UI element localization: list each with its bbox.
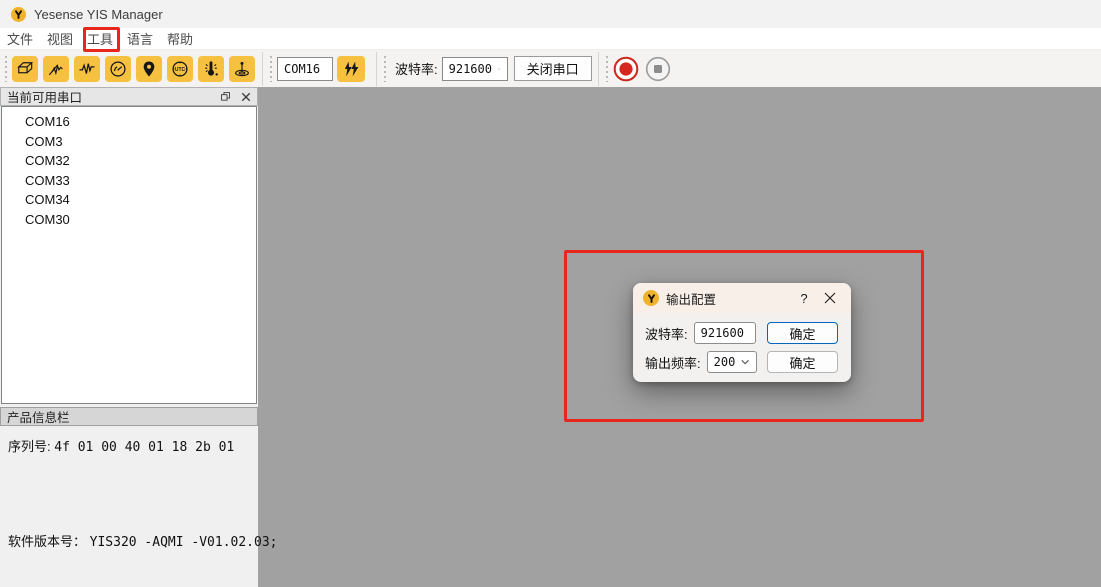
pulse-waveform-icon [77, 59, 97, 79]
window-title: Yesense YIS Manager [34, 7, 163, 22]
dialog-output-rate-combo[interactable]: 200 [707, 351, 757, 373]
location-pin-icon [139, 59, 159, 79]
baud-rate-label: 波特率: [395, 59, 438, 78]
stop-icon [645, 56, 671, 82]
info-panel-body: 序列号: 4f 01 00 40 01 18 2b 01 软件版本号： YIS3… [0, 426, 258, 587]
titlebar: Yesense YIS Manager [0, 0, 1101, 28]
dialog-logo-icon [643, 290, 659, 306]
confirm-baud-button[interactable]: 确定 [767, 322, 838, 344]
toolbar-grip[interactable] [4, 56, 9, 82]
cube-3d-button[interactable] [12, 56, 38, 82]
dialog-body: 波特率: 921600 确定 输出频率: 200 确定 [633, 313, 851, 373]
temperature-icon [201, 59, 221, 79]
stop-button[interactable] [645, 56, 671, 82]
baud-rate-row: 波特率: 921600 确定 [645, 322, 838, 344]
toolbar-separator [262, 52, 263, 86]
confirm-output-rate-button[interactable]: 确定 [767, 351, 838, 373]
menu-language[interactable]: 语言 [120, 29, 160, 48]
dialog-titlebar: 输出配置 ? [633, 283, 851, 313]
dialog-output-rate-value: 200 [714, 355, 736, 369]
menu-view[interactable]: 视图 [40, 29, 80, 48]
port-combo-value: COM16 [284, 62, 320, 76]
toolbar-grip[interactable] [269, 56, 274, 82]
ports-panel-header: 当前可用串口 [0, 87, 258, 106]
dialog-help-button[interactable]: ? [791, 291, 817, 306]
close-panel-button[interactable] [241, 92, 251, 102]
app-window: Yesense YIS Manager 文件 视图 工具 语言 帮助 [0, 0, 1101, 587]
menu-file[interactable]: 文件 [0, 29, 40, 48]
close-panel-icon [241, 92, 251, 102]
utc-clock-button[interactable]: UTC [167, 56, 193, 82]
dialog-close-button[interactable] [817, 292, 843, 304]
pulse-waveform-button[interactable] [74, 56, 100, 82]
port-list-item[interactable]: COM16 [2, 112, 256, 132]
gauge-icon [108, 59, 128, 79]
record-button[interactable] [613, 56, 639, 82]
baud-combo[interactable]: 921600 [442, 57, 508, 81]
toolbar: UTC COM16 [0, 50, 1101, 87]
cube-3d-icon [15, 59, 35, 79]
port-list-item[interactable]: COM34 [2, 190, 256, 210]
port-combo[interactable]: COM16 [277, 57, 333, 81]
tilt-waveform-icon [46, 59, 66, 79]
toolbar-separator [376, 52, 377, 86]
utc-clock-icon: UTC [170, 59, 190, 79]
port-list-item[interactable]: COM3 [2, 132, 256, 152]
location-button[interactable] [136, 56, 162, 82]
chevron-down-icon [741, 359, 749, 365]
ports-panel-title: 当前可用串口 [7, 87, 82, 106]
temperature-button[interactable] [198, 56, 224, 82]
close-icon [824, 292, 836, 304]
magnetometer-probe-icon [232, 59, 252, 79]
toolbar-grip[interactable] [605, 56, 610, 82]
float-panel-icon [220, 91, 231, 102]
port-list-item[interactable]: COM32 [2, 151, 256, 171]
menu-help[interactable]: 帮助 [160, 29, 200, 48]
serial-number-line: 序列号: 4f 01 00 40 01 18 2b 01 [8, 436, 250, 455]
refresh-ports-button[interactable] [337, 56, 365, 82]
tilt-waveform-button[interactable] [43, 56, 69, 82]
refresh-ports-icon [341, 60, 361, 78]
software-version-label: 软件版本号： [8, 534, 86, 549]
port-list-item[interactable]: COM30 [2, 210, 256, 230]
close-serial-port-button[interactable]: 关闭串口 [514, 56, 592, 81]
serial-number-label: 序列号: [8, 439, 51, 454]
info-panel-header: 产品信息栏 [0, 407, 258, 426]
chevron-down-icon [498, 66, 501, 72]
dialog-title: 输出配置 [666, 289, 791, 308]
app-logo-icon [11, 7, 26, 22]
output-config-dialog: 输出配置 ? 波特率: 921600 确定 输出频率: 200 [633, 283, 851, 382]
gauge-button[interactable] [105, 56, 131, 82]
dialog-baud-value: 921600 [701, 326, 744, 340]
toolbar-separator [598, 52, 599, 86]
port-list-item[interactable]: COM33 [2, 171, 256, 191]
serial-number-value: 4f 01 00 40 01 18 2b 01 [54, 440, 234, 455]
magnetometer-button[interactable] [229, 56, 255, 82]
menubar: 文件 视图 工具 语言 帮助 [0, 28, 1101, 50]
dialog-output-rate-label: 输出频率: [645, 353, 701, 372]
toolbar-grip[interactable] [383, 56, 388, 82]
dialog-baud-label: 波特率: [645, 324, 688, 343]
baud-combo-value: 921600 [449, 62, 492, 76]
software-version-line: 软件版本号： YIS320 -AQMI -V01.02.03; [8, 531, 250, 550]
output-rate-row: 输出频率: 200 确定 [645, 351, 838, 373]
software-version-value: YIS320 -AQMI -V01.02.03; [90, 535, 278, 550]
record-icon [613, 56, 639, 82]
info-panel-title: 产品信息栏 [7, 407, 70, 426]
ports-list: COM16 COM3 COM32 COM33 COM34 COM30 [1, 106, 257, 404]
menu-tools[interactable]: 工具 [80, 29, 120, 48]
dialog-baud-combo[interactable]: 921600 [694, 322, 756, 344]
svg-text:UTC: UTC [175, 66, 186, 72]
float-panel-button[interactable] [220, 91, 231, 102]
